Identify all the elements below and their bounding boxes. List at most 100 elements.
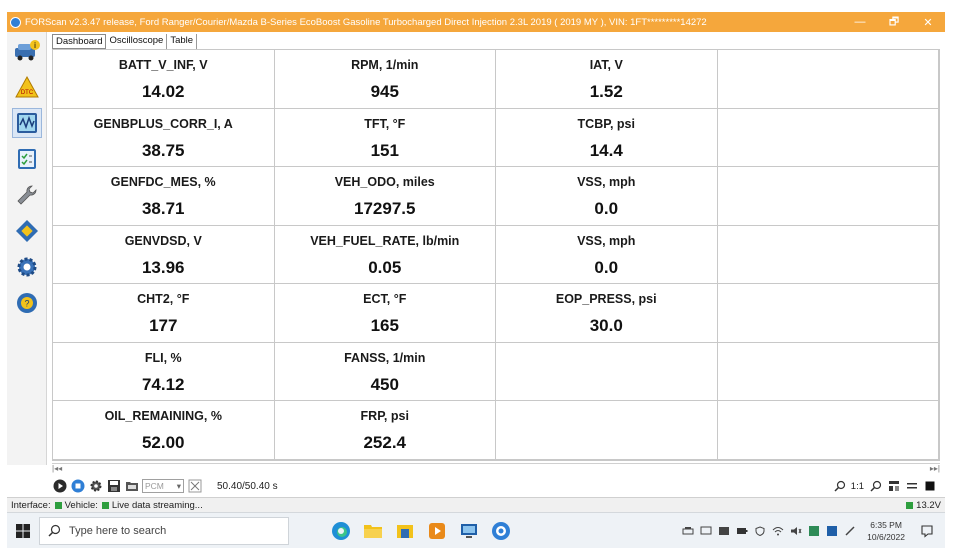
sidebar-item-help[interactable]: ?: [12, 288, 42, 318]
gauge-cell[interactable]: CHT2, °F 177: [53, 284, 275, 343]
play-button[interactable]: [52, 479, 67, 494]
gauge-value: 1.52: [589, 82, 623, 101]
gauge-cell[interactable]: RPM, 1/min 945: [274, 50, 496, 109]
empty-cell[interactable]: [717, 284, 939, 343]
gauge-cell[interactable]: VEH_ODO, miles 17297.5: [274, 167, 496, 226]
gauge-cell[interactable]: FRP, psi 252.4: [274, 401, 496, 460]
empty-cell[interactable]: [717, 167, 939, 226]
sidebar-item-vehicle-info[interactable]: i: [12, 36, 42, 66]
empty-cell[interactable]: [496, 342, 718, 402]
gauge-cell[interactable]: VEH_FUEL_RATE, lb/min 0.05: [274, 225, 496, 285]
magnifier-icon: [869, 480, 881, 492]
empty-cell[interactable]: [717, 108, 939, 168]
empty-cell[interactable]: [717, 401, 939, 460]
notifications-button[interactable]: [915, 524, 939, 538]
gauge-cell[interactable]: GENVDSD, V 13.96: [53, 225, 275, 285]
taskbar-search[interactable]: Type here to search: [39, 516, 289, 545]
interface-status-indicator: [54, 501, 62, 509]
save-icon: [107, 480, 120, 492]
tray-app-2[interactable]: [807, 525, 821, 537]
taskbar-files[interactable]: [389, 516, 421, 546]
maximize-button[interactable]: 🗗: [877, 13, 911, 32]
sidebar-item-checklist[interactable]: [12, 144, 42, 174]
gauge-cell[interactable]: TCBP, psi 14.4: [496, 108, 718, 168]
gauge-cell[interactable]: FLI, % 74.12: [53, 342, 275, 402]
gauge-value: 151: [370, 140, 399, 160]
gauge-cell[interactable]: GENBPLUS_CORR_I, A 38.75: [53, 108, 275, 168]
taskbar-edge[interactable]: [325, 516, 357, 546]
battery-voltage: 13.2V: [906, 500, 941, 511]
gauge-cell[interactable]: TFT, °F 151: [274, 108, 496, 168]
gauge-cell[interactable]: FANSS, 1/min 450: [274, 342, 496, 402]
tray-battery[interactable]: [735, 525, 749, 537]
sidebar-item-programming[interactable]: [12, 216, 42, 246]
taskbar-explorer[interactable]: [357, 516, 389, 546]
taskbar-forscan[interactable]: [485, 516, 517, 546]
tab-table[interactable]: Table: [167, 34, 198, 49]
sidebar-item-oscilloscope[interactable]: [12, 108, 42, 138]
sidebar-item-dtc[interactable]: DTC: [12, 72, 42, 102]
playback-toolbar: PCM ▾ 50.40/50.40 s 1:1: [52, 477, 940, 495]
zoom-button[interactable]: [833, 479, 848, 494]
zoom-level[interactable]: 1:1: [851, 481, 864, 492]
gauge-cell[interactable]: EOP_PRESS, psi 30.0: [496, 284, 718, 343]
windows-logo-icon: [16, 523, 30, 538]
empty-cell[interactable]: [717, 342, 939, 402]
tray-app-1[interactable]: [717, 525, 731, 537]
tray-printer[interactable]: [681, 525, 695, 537]
gauge-cell[interactable]: GENFDC_MES, % 38.71: [53, 167, 275, 226]
config-button[interactable]: [88, 479, 103, 494]
module-select[interactable]: PCM ▾: [142, 479, 184, 493]
empty-cell[interactable]: [717, 50, 939, 109]
gauge-cell[interactable]: IAT, V 1.52: [496, 50, 718, 109]
clear-button[interactable]: [187, 479, 202, 494]
gauge-value: 13.96: [141, 257, 185, 277]
lines-icon: [906, 483, 917, 489]
clock-date: 10/6/2022: [867, 531, 905, 542]
tray-volume[interactable]: [789, 525, 803, 537]
gear-icon: [17, 257, 37, 277]
tab-oscilloscope[interactable]: Oscilloscope: [106, 34, 168, 49]
empty-cell[interactable]: [496, 401, 718, 460]
gauge-cell[interactable]: OIL_REMAINING, % 52.00: [53, 401, 275, 460]
layout-button[interactable]: [886, 479, 901, 494]
empty-cell[interactable]: [717, 225, 939, 285]
tray-pen[interactable]: [843, 525, 857, 537]
gauge-cell[interactable]: ECT, °F 165: [274, 284, 496, 343]
open-button[interactable]: [124, 479, 139, 494]
tray-wifi[interactable]: [771, 525, 785, 537]
scroll-left-button[interactable]: |◂◂: [52, 464, 62, 473]
gauge-cell[interactable]: BATT_V_INF, V 14.02: [53, 50, 275, 109]
tray-app-3[interactable]: [825, 525, 839, 537]
gauge-label: IAT, V: [589, 58, 623, 72]
status-message: Live data streaming...: [111, 499, 203, 511]
tray-clock[interactable]: 6:35 PM 10/6/2022: [867, 519, 905, 543]
save-button[interactable]: [106, 479, 121, 494]
stop-button[interactable]: [70, 479, 85, 494]
tray-shield[interactable]: [753, 525, 767, 537]
gauge-cell[interactable]: VSS, mph 0.0: [496, 225, 718, 285]
play-icon: [53, 479, 66, 493]
close-icon: [188, 479, 201, 493]
scroll-right-button[interactable]: ▸▸|: [930, 464, 940, 473]
taskbar-remote[interactable]: [453, 516, 485, 546]
gauge-cell[interactable]: VSS, mph 0.0: [496, 167, 718, 226]
start-button[interactable]: [7, 523, 39, 538]
sidebar: i DTC ?: [7, 32, 47, 465]
fill-button[interactable]: [922, 479, 937, 494]
taskbar-media[interactable]: [421, 516, 453, 546]
minimize-button[interactable]: —: [843, 16, 877, 28]
svg-text:DTC: DTC: [21, 90, 34, 96]
speaker-icon: [791, 526, 802, 535]
sidebar-item-settings[interactable]: [12, 252, 42, 282]
gauge-label: VSS, mph: [577, 233, 636, 248]
view-controls: 1:1: [833, 477, 940, 495]
close-button[interactable]: ✕: [911, 16, 945, 29]
lines-button[interactable]: [904, 479, 919, 494]
tray-display[interactable]: [699, 525, 713, 537]
tab-dashboard[interactable]: Dashboard: [52, 34, 107, 49]
square-icon: [925, 481, 934, 491]
horizontal-scrollbar[interactable]: |◂◂ ▸▸|: [52, 463, 940, 473]
sidebar-item-service[interactable]: [12, 180, 42, 210]
zoom-out-button[interactable]: [868, 479, 883, 494]
